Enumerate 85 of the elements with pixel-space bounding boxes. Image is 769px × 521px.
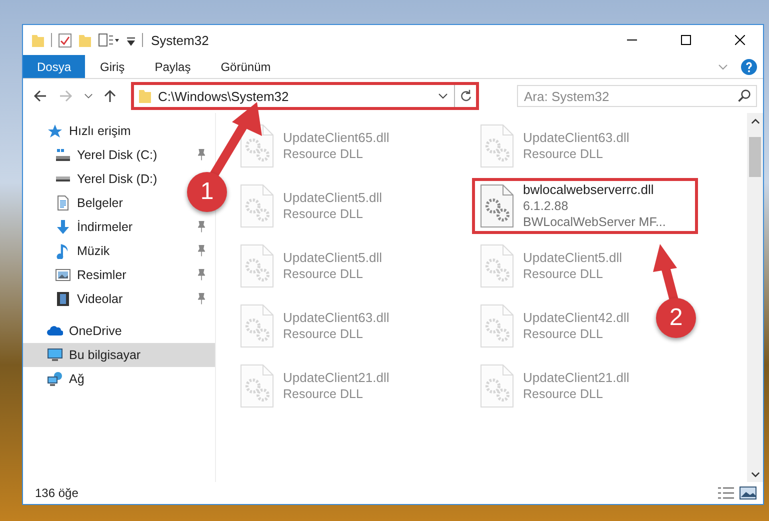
refresh-icon	[458, 89, 472, 103]
file-name: UpdateClient63.dll	[523, 130, 630, 146]
file-detail: Resource DLL	[523, 266, 604, 282]
file-detail: Resource DLL	[523, 386, 604, 402]
dropdown-caret-icon[interactable]	[438, 91, 448, 101]
up-arrow-icon	[102, 88, 118, 104]
dll-file-icon	[479, 244, 515, 288]
dll-file-icon	[479, 184, 515, 228]
ribbon-tab[interactable]: Giriş	[85, 55, 140, 78]
file-name: UpdateClient5.dll	[283, 250, 382, 266]
details-view-button[interactable]	[717, 485, 735, 501]
dll-file-icon	[479, 304, 515, 348]
large-icons-view-button[interactable]	[739, 485, 757, 501]
picture-icon	[55, 267, 71, 283]
drive-c-icon	[55, 147, 71, 163]
sidebar-item[interactable]: Resimler	[23, 263, 215, 287]
file-detail: Resource DLL	[523, 146, 604, 162]
dll-file-icon	[239, 244, 275, 288]
network-icon	[47, 371, 63, 387]
file-detail: Resource DLL	[283, 266, 364, 282]
file-name: UpdateClient5.dll	[523, 250, 622, 266]
file-name: UpdateClient42.dll	[523, 310, 630, 326]
sidebar-item[interactable]: Videolar	[23, 287, 215, 311]
sidebar-item[interactable]: Hızlı erişim	[23, 119, 141, 143]
window-title: System32	[151, 32, 210, 48]
file-name: UpdateClient5.dll	[283, 190, 382, 206]
sidebar-item[interactable]: Yerel Disk (D:)	[23, 167, 168, 191]
video-icon	[55, 291, 71, 307]
pin-icon[interactable]	[198, 269, 205, 281]
search-field[interactable]: Ara: System32	[517, 85, 757, 107]
pin-icon[interactable]	[198, 149, 205, 161]
sidebar-item[interactable]: Belgeler	[23, 191, 133, 215]
file-detail: 6.1.2.88	[523, 198, 570, 214]
close-icon	[735, 35, 745, 45]
dll-file-icon	[239, 304, 275, 348]
file-name: UpdateClient65.dll	[283, 130, 390, 146]
file-detail: Resource DLL	[283, 206, 364, 222]
sidebar-item[interactable]: İndirmeler	[23, 215, 215, 239]
dll-file-icon	[479, 364, 515, 408]
download-icon	[55, 219, 71, 235]
sidebar-item[interactable]: Yerel Disk (C:)	[23, 143, 215, 167]
back-arrow-icon	[32, 88, 48, 104]
search-icon[interactable]	[737, 89, 751, 103]
file-detail: Resource DLL	[283, 326, 364, 342]
doc-icon	[55, 195, 71, 211]
file-name: bwlocalwebserverrc.dll	[523, 182, 655, 198]
caret-icon	[84, 93, 92, 99]
file-detail: BWLocalWebServer MF...	[523, 214, 666, 230]
address-path[interactable]: C:\Windows\System32	[158, 88, 432, 104]
scrollbar[interactable]	[747, 113, 763, 482]
scrollbar-thumb[interactable]	[749, 137, 761, 177]
file-item[interactable]: bwlocalwebserverrc.dll 6.1.2.88 BWLocalWebServer MF...	[472, 178, 698, 234]
pin-icon[interactable]	[198, 245, 205, 257]
item-count: 136 öğe	[35, 486, 80, 500]
file-detail: Resource DLL	[523, 326, 604, 342]
pc-icon	[47, 347, 63, 363]
file-detail: Resource DLL	[283, 146, 364, 162]
sidebar-item[interactable]: Bu bilgisayar	[23, 343, 215, 367]
ribbon-tab[interactable]: Paylaş	[140, 55, 206, 78]
dll-file-icon	[479, 124, 515, 168]
pin-icon[interactable]	[198, 293, 205, 305]
file-menu-button[interactable]: Dosya	[23, 55, 86, 78]
chevron-down-icon	[750, 470, 760, 478]
sidebar-item[interactable]: Müzik	[23, 239, 215, 263]
star-icon	[47, 123, 63, 139]
forward-arrow-icon	[58, 88, 74, 104]
sidebar-item[interactable]: OneDrive	[23, 319, 132, 343]
file-name: UpdateClient21.dll	[283, 370, 390, 386]
pin-icon[interactable]	[198, 221, 205, 233]
dll-file-icon	[239, 184, 275, 228]
file-name: UpdateClient21.dll	[523, 370, 630, 386]
maximize-icon	[681, 35, 691, 45]
list-icon	[717, 485, 735, 501]
ribbon-tab[interactable]: Görünüm	[206, 55, 286, 78]
address-bar[interactable]: C:\Windows\System32	[131, 82, 479, 110]
dll-file-icon	[239, 364, 275, 408]
file-name: UpdateClient63.dll	[283, 310, 390, 326]
sidebar-item[interactable]: Ağ	[23, 367, 94, 391]
help-icon[interactable]	[741, 58, 757, 74]
image-icon	[739, 485, 757, 501]
folder-icon	[138, 88, 152, 104]
properties-icon[interactable]	[98, 32, 120, 48]
chevron-up-icon	[750, 116, 760, 126]
file-detail: Resource DLL	[283, 386, 364, 402]
checklist-icon[interactable]	[58, 32, 72, 48]
